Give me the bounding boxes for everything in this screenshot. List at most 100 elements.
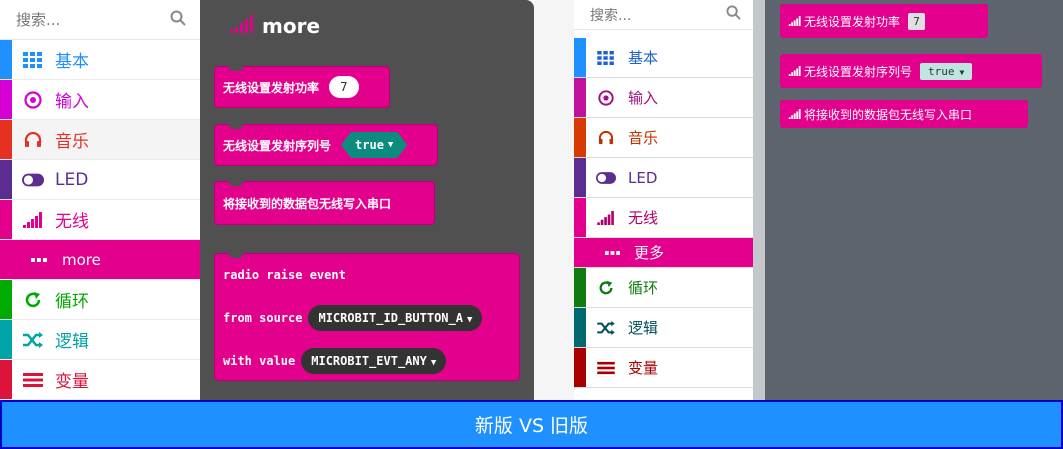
category-label: LED bbox=[628, 168, 658, 187]
serial-bool-dropdown[interactable]: true ▼ bbox=[920, 62, 973, 80]
target-icon bbox=[22, 80, 44, 119]
value-dropdown[interactable]: MICROBIT_EVT_ANY ▼ bbox=[301, 348, 447, 374]
category-label: 逻辑 bbox=[55, 332, 89, 352]
category-music[interactable]: 音乐 bbox=[574, 118, 753, 158]
old-block-flyout: 无线设置发射功率 7 无线设置发射序列号 true ▼ 将接收到的数据包无线写入串… bbox=[765, 0, 1063, 400]
block-radio-set-power[interactable]: 无线设置发射功率 7 bbox=[214, 66, 390, 108]
event-value: MICROBIT_EVT_ANY bbox=[311, 354, 427, 368]
shuffle-icon bbox=[22, 320, 44, 359]
category-label: 更多 bbox=[634, 244, 665, 262]
bool-value: true bbox=[355, 138, 384, 152]
category-color-bar bbox=[574, 198, 586, 237]
category-label: 变量 bbox=[55, 372, 89, 392]
block-line-raise-event: radio raise event bbox=[223, 268, 346, 282]
target-icon bbox=[596, 78, 616, 117]
headphones-icon bbox=[596, 118, 616, 157]
list-icon bbox=[596, 348, 616, 387]
grid-icon bbox=[22, 40, 44, 79]
category-color-bar bbox=[0, 360, 12, 399]
banner-text: 新版 VS 旧版 bbox=[474, 415, 589, 437]
new-toolbox-sidebar: 搜索... 基本 输入 音乐 LED 无线 more 循环 逻辑 变量 bbox=[0, 0, 200, 400]
toggle-icon bbox=[596, 158, 616, 197]
headphones-icon bbox=[22, 120, 44, 159]
block-radio-set-power[interactable]: 无线设置发射功率 7 bbox=[780, 4, 988, 38]
category-label: 循环 bbox=[55, 292, 89, 312]
new-version-pane: 搜索... 基本 输入 音乐 LED 无线 more 循环 逻辑 变量 more… bbox=[0, 0, 574, 400]
category-more[interactable]: more bbox=[0, 240, 200, 280]
search-icon[interactable] bbox=[170, 10, 186, 30]
block-radio-write-packet[interactable]: 将接收到的数据包无线写入串口 bbox=[214, 181, 435, 225]
category-color-bar bbox=[0, 40, 12, 79]
category-logic[interactable]: 逻辑 bbox=[0, 320, 200, 360]
category-variables[interactable]: 变量 bbox=[0, 360, 200, 400]
list-icon bbox=[22, 360, 44, 399]
category-color-bar bbox=[0, 200, 12, 239]
shuffle-icon bbox=[596, 308, 616, 347]
category-label: 逻辑 bbox=[628, 319, 659, 337]
category-label: 无线 bbox=[628, 209, 659, 227]
category-color-bar bbox=[0, 280, 12, 319]
category-more[interactable]: 更多 bbox=[574, 238, 753, 268]
category-radio[interactable]: 无线 bbox=[0, 200, 200, 240]
category-label: 基本 bbox=[55, 52, 89, 72]
block-radio-set-serial[interactable]: 无线设置发射序列号 true ▼ bbox=[214, 124, 438, 166]
serial-bool-dropdown[interactable]: true ▼ bbox=[341, 132, 407, 158]
category-loops[interactable]: 循环 bbox=[574, 268, 753, 308]
search-icon[interactable] bbox=[726, 5, 741, 24]
flyout-title: more bbox=[230, 14, 320, 38]
toolbox-search[interactable]: 搜索... bbox=[574, 0, 753, 30]
category-variables[interactable]: 变量 bbox=[574, 348, 753, 388]
power-value-input[interactable]: 7 bbox=[329, 76, 359, 98]
block-line-with-value: with value bbox=[223, 354, 296, 368]
category-led[interactable]: LED bbox=[574, 158, 753, 198]
block-row-source: from source MICROBIT_ID_BUTTON_A ▼ bbox=[223, 305, 483, 331]
category-color-bar bbox=[574, 158, 586, 197]
chevron-down-icon: ▼ bbox=[387, 140, 394, 150]
category-color-bar bbox=[574, 268, 586, 307]
category-logic[interactable]: 逻辑 bbox=[574, 308, 753, 348]
category-color-bar bbox=[0, 80, 12, 119]
category-label: 输入 bbox=[628, 89, 659, 107]
category-label: 基本 bbox=[628, 49, 659, 67]
category-loops[interactable]: 循环 bbox=[0, 280, 200, 320]
category-color-bar bbox=[0, 120, 12, 159]
search-input[interactable]: 搜索... bbox=[16, 9, 60, 30]
bool-value: true bbox=[928, 64, 955, 78]
category-basic[interactable]: 基本 bbox=[574, 38, 753, 78]
block-label: 无线设置发射功率 bbox=[804, 14, 901, 29]
block-label: 无线设置发射功率 bbox=[223, 80, 320, 95]
toggle-icon bbox=[22, 160, 44, 199]
grid-icon bbox=[596, 38, 616, 77]
block-radio-set-serial[interactable]: 无线设置发射序列号 true ▼ bbox=[780, 54, 1042, 88]
category-label: 输入 bbox=[55, 92, 89, 112]
category-label: more bbox=[62, 250, 101, 269]
dots-icon bbox=[28, 240, 50, 279]
category-input[interactable]: 输入 bbox=[574, 78, 753, 118]
signal-icon bbox=[596, 198, 616, 237]
signal-icon bbox=[22, 200, 44, 239]
category-color-bar bbox=[0, 160, 12, 199]
block-radio-write-packet[interactable]: 将接收到的数据包无线写入串口 bbox=[780, 100, 1028, 128]
search-input[interactable]: 搜索... bbox=[590, 5, 631, 25]
category-color-bar bbox=[574, 308, 586, 347]
category-color-bar bbox=[574, 118, 586, 157]
category-label: 变量 bbox=[628, 359, 659, 377]
category-music[interactable]: 音乐 bbox=[0, 120, 200, 160]
block-radio-raise-event[interactable]: radio raise event from source MICROBIT_I… bbox=[214, 253, 520, 381]
category-basic[interactable]: 基本 bbox=[0, 40, 200, 80]
category-led[interactable]: LED bbox=[0, 160, 200, 200]
category-color-bar bbox=[574, 78, 586, 117]
block-line-from-source: from source bbox=[223, 311, 303, 325]
category-input[interactable]: 输入 bbox=[0, 80, 200, 120]
block-label: 无线设置发射序列号 bbox=[804, 64, 913, 79]
source-dropdown[interactable]: MICROBIT_ID_BUTTON_A ▼ bbox=[308, 305, 483, 331]
category-color-bar bbox=[574, 38, 586, 77]
power-value-input[interactable]: 7 bbox=[908, 12, 926, 30]
dots-icon bbox=[602, 238, 622, 267]
toolbox-search[interactable]: 搜索... bbox=[0, 0, 200, 40]
comparison-banner: 新版 VS 旧版 bbox=[0, 400, 1063, 449]
old-toolbox-sidebar: 搜索... 基本 输入 音乐 LED 无线 更多 循环 逻辑 变量 bbox=[574, 0, 753, 400]
category-label: 音乐 bbox=[55, 132, 89, 152]
new-workspace-edge bbox=[534, 0, 574, 400]
category-radio[interactable]: 无线 bbox=[574, 198, 753, 238]
